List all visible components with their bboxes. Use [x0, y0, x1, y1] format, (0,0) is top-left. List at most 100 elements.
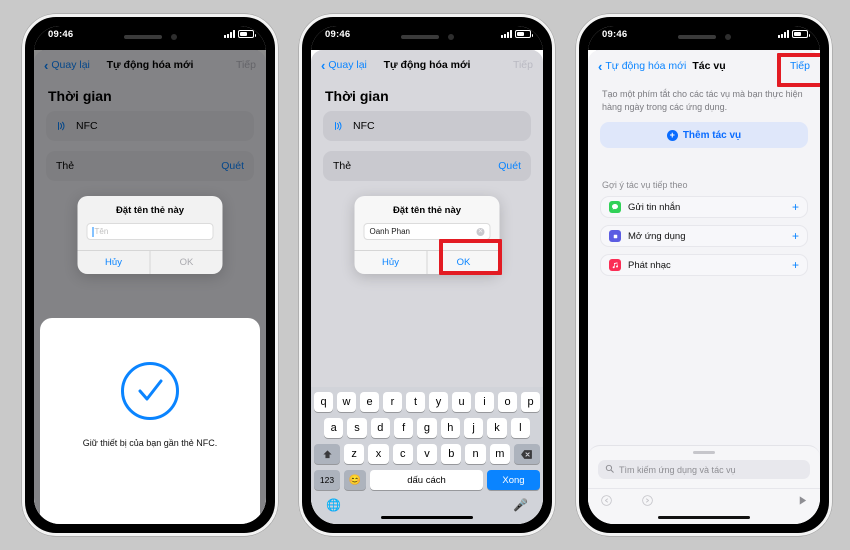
- add-action-button[interactable]: + Thêm tác vụ: [600, 122, 808, 149]
- section-title: Thời gian: [325, 88, 389, 104]
- key-u[interactable]: u: [452, 392, 471, 412]
- suggestions-label: Gợi ý tác vụ tiếp theo: [602, 180, 688, 191]
- next-button[interactable]: Tiếp: [513, 59, 533, 71]
- battery-icon: [792, 30, 810, 38]
- done-key[interactable]: Xong: [487, 470, 540, 490]
- phone-1-body: ‹ Quay lại Tự động hóa mới Tiếp Thời gia…: [34, 50, 266, 524]
- key-x[interactable]: x: [368, 444, 389, 464]
- key-i[interactable]: i: [475, 392, 494, 412]
- cancel-button[interactable]: Hủy: [355, 251, 427, 274]
- tag-row[interactable]: Thẻ Quét: [323, 151, 531, 181]
- name-tag-dialog-1: Đặt tên thẻ này Tên Hủy OK: [77, 196, 223, 274]
- key-w[interactable]: w: [337, 392, 356, 412]
- key-p[interactable]: p: [521, 392, 540, 412]
- key-s[interactable]: s: [347, 418, 367, 438]
- key-j[interactable]: j: [463, 418, 484, 438]
- front-camera: [724, 33, 731, 40]
- page-description: Tạo một phím tắt cho các tác vụ mà bạn t…: [602, 89, 803, 113]
- list-item[interactable]: Mở ứng dụng +: [600, 225, 808, 248]
- back-button[interactable]: ‹ Quay lại: [321, 59, 367, 72]
- tag-name-input[interactable]: Oanh Phan ✕: [363, 223, 491, 240]
- redo-icon[interactable]: [641, 494, 654, 510]
- key-z[interactable]: z: [344, 444, 365, 464]
- phone-3-screen: 09:46 ‹ Tự động hóa mới Tác vụ Tiếp Tạo …: [588, 26, 820, 524]
- key-g[interactable]: g: [417, 418, 437, 438]
- notch: [371, 26, 483, 47]
- check-circle-icon: [121, 362, 179, 420]
- key-t[interactable]: t: [406, 392, 425, 412]
- nfc-row[interactable]: NFC: [323, 111, 531, 141]
- bottom-panel: Tìm kiếm ứng dụng và tác vụ: [588, 445, 820, 524]
- list-item-label: Phát nhạc: [628, 259, 671, 271]
- play-icon[interactable]: [797, 495, 808, 509]
- status-time: 09:46: [325, 29, 351, 40]
- search-input[interactable]: Tìm kiếm ứng dụng và tác vụ: [598, 460, 810, 479]
- list-item-label: Mở ứng dụng: [628, 230, 686, 242]
- chevron-left-icon: ‹: [598, 58, 603, 74]
- earpiece-speaker: [123, 34, 162, 39]
- key-d[interactable]: d: [370, 418, 390, 438]
- nfc-instruction-text: Giữ thiết bị của bạn gần thẻ NFC.: [82, 438, 218, 448]
- cancel-button[interactable]: Hủy: [78, 251, 150, 274]
- key-o[interactable]: o: [498, 392, 517, 412]
- nav-bar-2: ‹ Quay lại Tự động hóa mới Tiếp: [311, 50, 543, 80]
- undo-icon[interactable]: [600, 494, 613, 510]
- key-q[interactable]: q: [314, 392, 333, 412]
- nfc-row-label: NFC: [353, 120, 375, 132]
- shift-icon[interactable]: [314, 444, 341, 464]
- key-y[interactable]: y: [429, 392, 448, 412]
- plus-icon[interactable]: +: [792, 259, 799, 271]
- key-m[interactable]: m: [489, 444, 510, 464]
- open-app-icon: [609, 230, 621, 243]
- emoji-icon[interactable]: 😊: [344, 470, 366, 490]
- nfc-icon: [333, 120, 345, 132]
- phone-1: 09:46 ‹ Quay lại Tự động hóa mới Tiếp Th…: [22, 14, 278, 536]
- key-e[interactable]: e: [360, 392, 379, 412]
- list-item[interactable]: Phát nhạc +: [600, 254, 808, 277]
- key-r[interactable]: r: [383, 392, 402, 412]
- key-h[interactable]: h: [440, 418, 460, 438]
- plus-icon[interactable]: +: [792, 201, 799, 213]
- phone-1-screen: 09:46 ‹ Quay lại Tự động hóa mới Tiếp Th…: [34, 26, 266, 524]
- page-title: Tự động hóa mới: [383, 59, 471, 71]
- keyboard-row-3: z x c v b n m: [314, 444, 540, 464]
- key-l[interactable]: l: [510, 418, 530, 438]
- key-f[interactable]: f: [394, 418, 414, 438]
- keyboard-row-4: 123 😊 dấu cách Xong: [314, 470, 540, 490]
- back-button[interactable]: ‹ Tự động hóa mới: [598, 60, 686, 73]
- list-item[interactable]: Gửi tin nhắn +: [600, 196, 808, 219]
- chevron-left-icon: ‹: [321, 57, 326, 73]
- onscreen-keyboard: q w e r t y u i o p a s d f g h j k l z …: [311, 387, 543, 524]
- scan-button[interactable]: Quét: [498, 160, 521, 172]
- ok-button-highlight: [439, 239, 502, 275]
- key-v[interactable]: v: [416, 444, 438, 464]
- plus-icon[interactable]: +: [792, 230, 799, 242]
- globe-icon[interactable]: 🌐: [326, 498, 341, 512]
- phone-2-body: ‹ Quay lại Tự động hóa mới Tiếp Thời gia…: [311, 50, 543, 524]
- microphone-icon[interactable]: 🎤: [513, 498, 528, 512]
- key-b[interactable]: b: [441, 444, 462, 464]
- music-app-icon: [609, 259, 621, 272]
- phone-2-screen: 09:46 ‹ Quay lại Tự động hóa mới Tiếp Th…: [311, 26, 543, 524]
- key-n[interactable]: n: [465, 444, 486, 464]
- signal-icon: [778, 30, 789, 38]
- screenshot-stage: 09:46 ‹ Quay lại Tự động hóa mới Tiếp Th…: [0, 0, 850, 550]
- search-placeholder: Tìm kiếm ứng dụng và tác vụ: [619, 464, 736, 475]
- backspace-icon[interactable]: [513, 444, 540, 464]
- back-label: Quay lại: [328, 59, 367, 71]
- space-key[interactable]: dấu cách: [370, 470, 484, 490]
- key-k[interactable]: k: [487, 418, 507, 438]
- tag-name-value: Oanh Phan: [369, 227, 410, 236]
- list-item-label: Gửi tin nhắn: [628, 201, 681, 213]
- earpiece-speaker: [677, 34, 716, 39]
- ok-button[interactable]: OK: [149, 251, 223, 274]
- front-camera: [447, 33, 454, 40]
- tag-name-input[interactable]: Tên: [86, 223, 214, 240]
- key-c[interactable]: c: [392, 444, 413, 464]
- status-indicators: [778, 30, 810, 38]
- clear-icon[interactable]: ✕: [476, 227, 485, 236]
- key-a[interactable]: a: [324, 418, 344, 438]
- drag-handle[interactable]: [693, 451, 715, 454]
- dialog-actions: Hủy OK: [77, 250, 223, 274]
- numbers-key[interactable]: 123: [314, 470, 340, 490]
